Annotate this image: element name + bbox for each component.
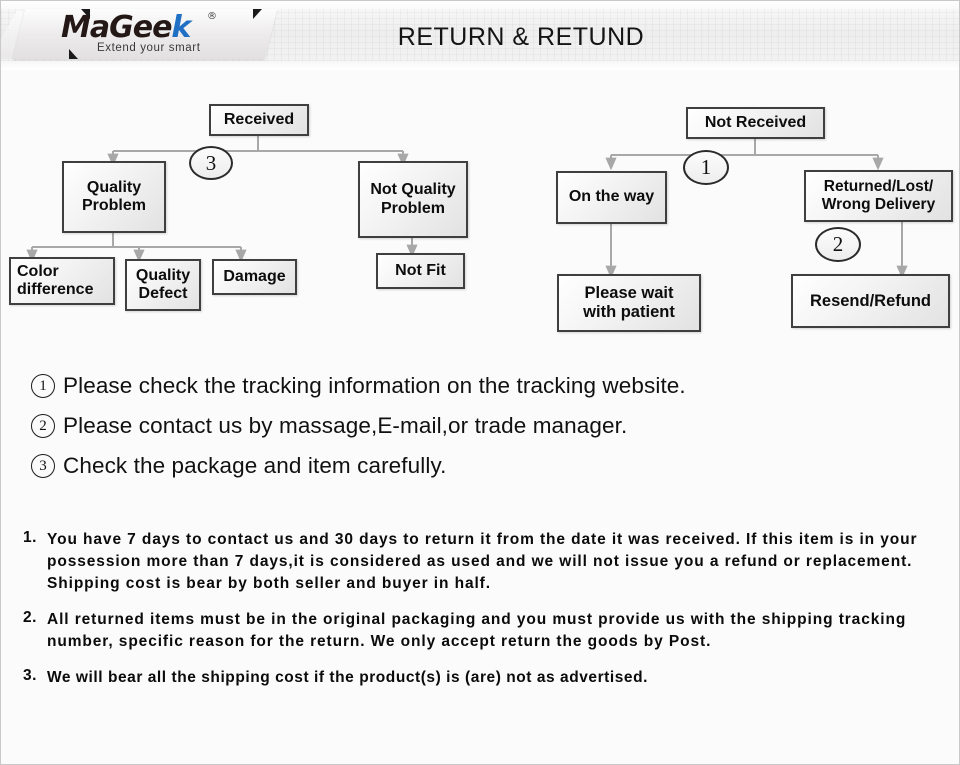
brand-logo: MaGeek ® Extend your smart — [61, 9, 271, 59]
legend-circle-1: 1 — [31, 374, 55, 398]
return-policy-page: MaGeek ® Extend your smart RETURN & RETU… — [0, 0, 960, 765]
flow-marker-2-label: 2 — [832, 232, 844, 256]
flow-node-not-quality-problem-label: Not Quality Problem — [370, 181, 456, 217]
logo-wordmark-main: MaGee — [61, 10, 172, 45]
flow-marker-1: 1 — [683, 150, 729, 185]
term-item-3: 3. We will bear all the shipping cost if… — [23, 667, 953, 689]
term-number-1: 1. — [23, 529, 37, 546]
flow-node-damage-label: Damage — [223, 267, 286, 285]
logo-tagline: Extend your smart — [97, 42, 201, 54]
returns-flowchart: Received 3 Quality Problem Not Quality P… — [1, 69, 959, 354]
legend-text-2: Please contact us by massage,E-mail,or t… — [63, 413, 628, 438]
term-text-1: You have 7 days to contact us and 30 day… — [47, 531, 918, 592]
logo-wordmark: MaGeek — [61, 10, 191, 45]
flow-node-damage[interactable]: Damage — [212, 259, 297, 295]
term-item-2: 2. All returned items must be in the ori… — [23, 609, 953, 653]
flow-marker-1-label: 1 — [700, 155, 712, 179]
flow-node-please-wait-label: Please wait with patient — [583, 284, 675, 321]
page-title: RETURN & RETUND — [397, 23, 645, 51]
term-text-3: We will bear all the shipping cost if th… — [47, 669, 648, 686]
registered-trademark-icon: ® — [207, 11, 217, 22]
flow-marker-3: 3 — [189, 146, 233, 180]
legend-circle-2: 2 — [31, 414, 55, 438]
flow-node-quality-defect-label: Quality Defect — [135, 266, 191, 302]
term-number-2: 2. — [23, 609, 37, 626]
flow-node-on-the-way[interactable]: On the way — [556, 171, 667, 224]
flow-node-not-received[interactable]: Not Received — [686, 107, 825, 139]
term-item-1: 1. You have 7 days to contact us and 30 … — [23, 529, 953, 595]
flow-marker-3-label: 3 — [205, 150, 217, 175]
flow-node-on-the-way-label: On the way — [568, 188, 655, 206]
flow-node-color-difference[interactable]: Color difference — [9, 257, 115, 305]
flow-node-received-label: Received — [223, 110, 295, 128]
terms-list: 1. You have 7 days to contact us and 30 … — [23, 529, 953, 703]
flow-node-not-fit-label: Not Fit — [395, 261, 446, 279]
flow-node-resend-refund[interactable]: Resend/Refund — [791, 274, 950, 328]
legend-item-3: 3 Check the package and item carefully. — [31, 446, 931, 486]
flow-node-quality-defect[interactable]: Quality Defect — [125, 259, 201, 311]
page-header: MaGeek ® Extend your smart RETURN & RETU… — [1, 1, 959, 70]
legend-item-2: 2 Please contact us by massage,E-mail,or… — [31, 406, 931, 446]
flow-node-returned-lost-wrong[interactable]: Returned/Lost/ Wrong Delivery — [804, 170, 953, 222]
flow-node-not-received-label: Not Received — [704, 113, 807, 131]
legend-text-3: Check the package and item carefully. — [63, 453, 447, 478]
logo-wordmark-accent-letter: k — [171, 10, 191, 45]
flow-node-not-fit[interactable]: Not Fit — [376, 253, 465, 289]
flow-node-color-difference-label: Color difference — [17, 262, 94, 298]
flow-node-not-quality-problem[interactable]: Not Quality Problem — [358, 161, 468, 238]
flow-node-quality-problem[interactable]: Quality Problem — [62, 161, 166, 233]
term-text-2: All returned items must be in the origin… — [47, 611, 907, 650]
legend-item-1: 1 Please check the tracking information … — [31, 366, 931, 406]
legend-text-1: Please check the tracking information on… — [63, 373, 686, 398]
flow-node-received[interactable]: Received — [209, 104, 309, 136]
legend-list: 1 Please check the tracking information … — [31, 366, 931, 486]
flow-node-resend-refund-label: Resend/Refund — [809, 291, 931, 310]
flow-marker-2: 2 — [815, 227, 861, 262]
legend-circle-3: 3 — [31, 454, 55, 478]
flow-node-returned-lost-wrong-label: Returned/Lost/ Wrong Delivery — [821, 178, 936, 213]
term-number-3: 3. — [23, 667, 37, 684]
flow-node-please-wait[interactable]: Please wait with patient — [557, 274, 701, 332]
flow-node-quality-problem-label: Quality Problem — [81, 178, 146, 214]
